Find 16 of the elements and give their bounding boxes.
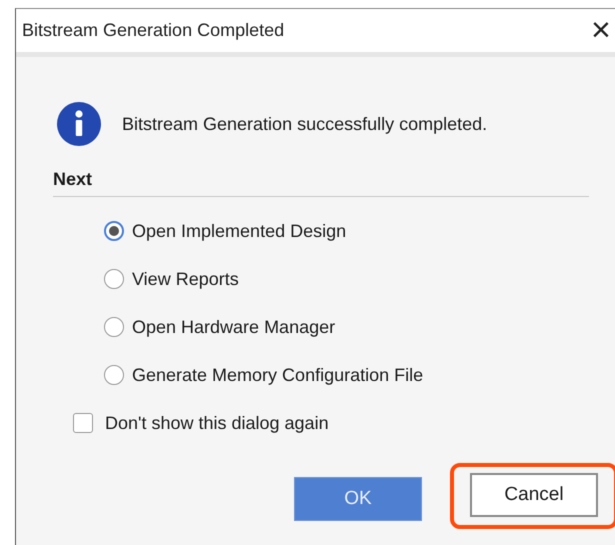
checkbox-label[interactable]: Don't show this dialog again: [105, 412, 329, 434]
info-icon: [57, 102, 101, 146]
radio-button[interactable]: [104, 365, 124, 385]
option-label[interactable]: Generate Memory Configuration File: [132, 364, 424, 386]
message-text: Bitstream Generation successfully completed.: [122, 114, 488, 134]
option-label[interactable]: Open Hardware Manager: [132, 316, 336, 338]
radio-button[interactable]: [104, 269, 124, 289]
radio-button[interactable]: [104, 221, 124, 241]
window-title: Bitstream Generation Completed: [22, 20, 284, 41]
close-button[interactable]: ×: [591, 15, 611, 45]
radio-button[interactable]: [104, 317, 124, 337]
section-title: Next: [53, 169, 94, 190]
option-label[interactable]: View Reports: [132, 268, 239, 290]
cancel-button[interactable]: Cancel: [470, 473, 598, 517]
checkbox[interactable]: [73, 413, 93, 433]
option-label[interactable]: Open Implemented Design: [132, 220, 346, 242]
